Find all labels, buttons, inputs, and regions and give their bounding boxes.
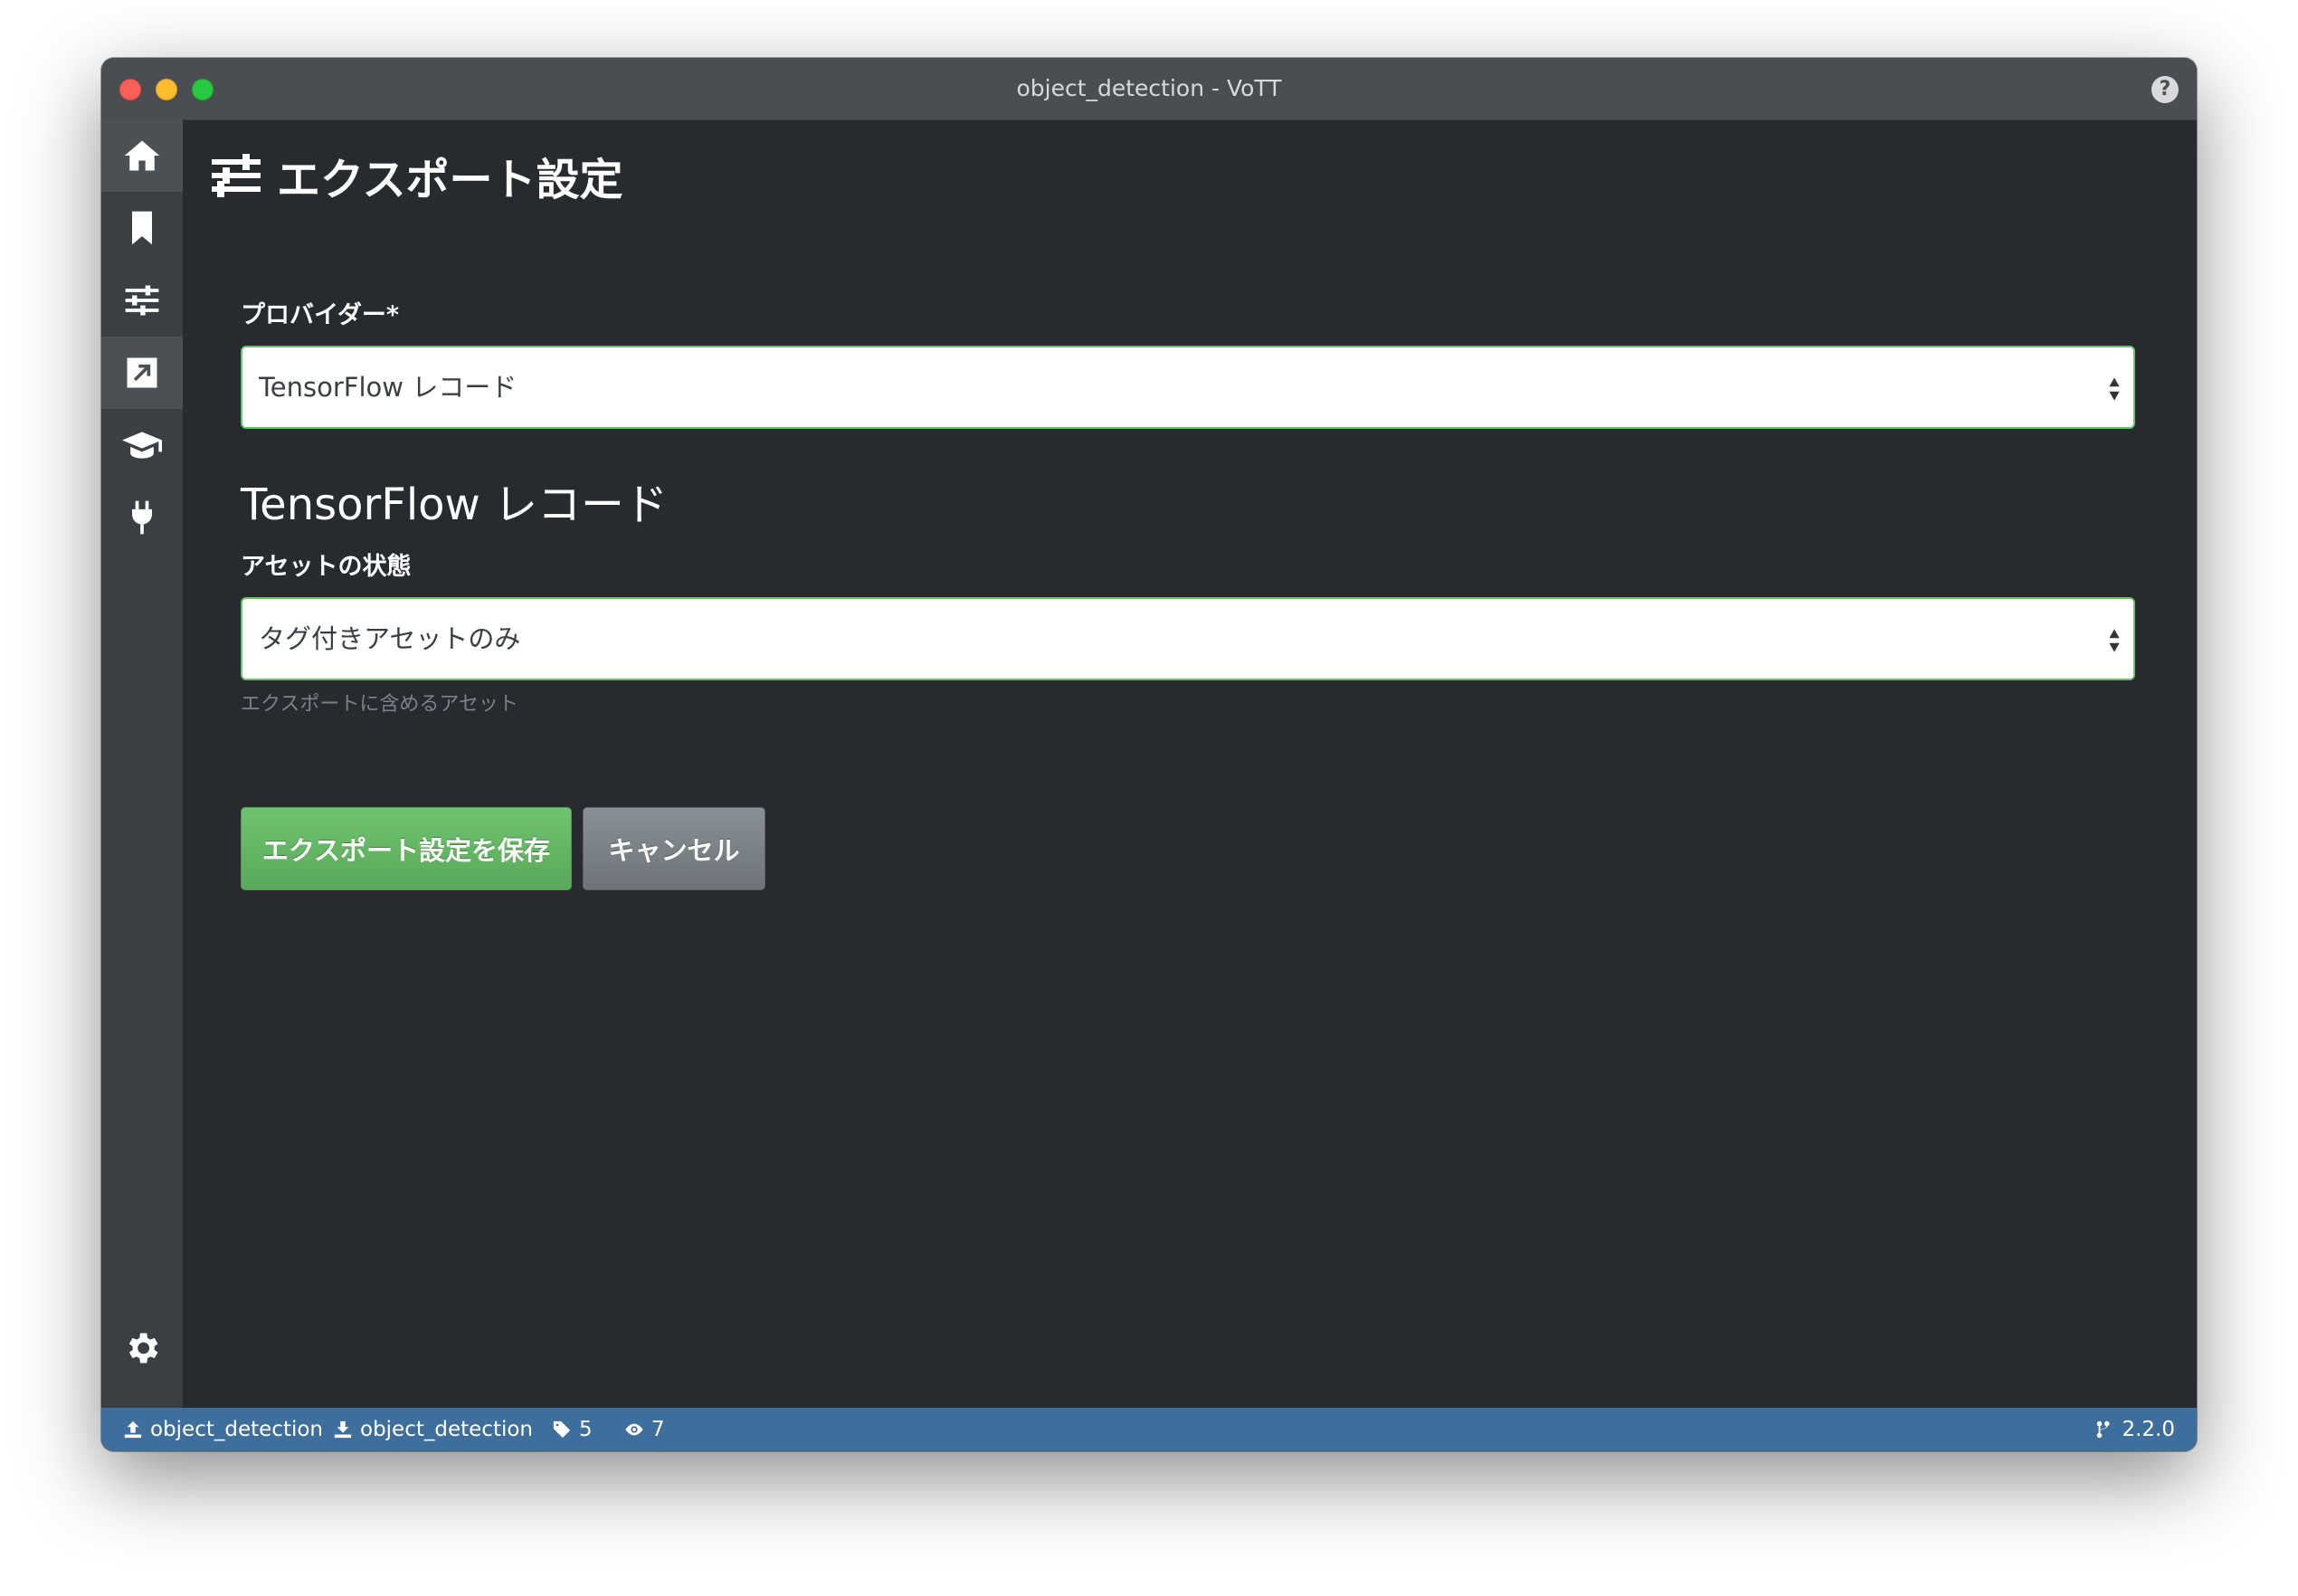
- bookmark-icon: [132, 211, 152, 245]
- status-bar: object_detection object_detection 5 7 2.…: [101, 1408, 2197, 1451]
- eye-icon: [625, 1423, 643, 1436]
- asset-state-select[interactable]: タグ付きアセットのみ: [241, 597, 2135, 680]
- sidebar-item-tag-editor[interactable]: [101, 192, 183, 264]
- source-connection-name: object_detection: [150, 1418, 323, 1441]
- graduation-cap-icon: [122, 432, 162, 459]
- help-icon[interactable]: ?: [2151, 76, 2179, 103]
- main-content: エクスポート設定 プロバイダー* TensorFlow レコード TensorF…: [183, 119, 2197, 1408]
- cancel-button[interactable]: キャンセル: [583, 807, 765, 890]
- provider-label: プロバイダー*: [241, 301, 400, 329]
- visited-count: 7: [624, 1408, 665, 1451]
- plug-icon: [132, 500, 152, 535]
- tag-count-value: 5: [579, 1418, 593, 1441]
- section-title: TensorFlow レコード: [241, 480, 669, 530]
- title-bar: object_detection - VoTT ?: [101, 58, 2197, 120]
- export-icon: [127, 357, 157, 388]
- sidebar-item-connections[interactable]: [101, 481, 183, 554]
- upload-icon: [124, 1420, 142, 1439]
- provider-select-value: TensorFlow レコード: [259, 372, 518, 403]
- save-export-settings-button[interactable]: エクスポート設定を保存: [241, 807, 572, 890]
- sidebar-item-export[interactable]: [101, 337, 183, 409]
- tag-count: 5: [552, 1408, 593, 1451]
- app-window: object_detection - VoTT ? エクスポート設定 プロバイダ…: [101, 58, 2197, 1451]
- sidebar: [101, 119, 183, 1408]
- window-title: object_detection - VoTT: [1016, 75, 1282, 101]
- sidebar-item-settings[interactable]: [101, 1312, 183, 1384]
- source-connection: object_detection: [123, 1408, 323, 1451]
- tag-icon: [553, 1420, 571, 1439]
- page-title: エクスポート設定: [277, 155, 623, 205]
- provider-select[interactable]: TensorFlow レコード: [241, 346, 2135, 429]
- page-header: エクスポート設定: [212, 148, 623, 205]
- asset-state-select-value: タグ付きアセットのみ: [259, 623, 521, 654]
- target-connection-name: object_detection: [360, 1418, 533, 1441]
- home-icon: [124, 140, 160, 171]
- sliders-icon: [125, 285, 159, 316]
- sidebar-item-active-learning[interactable]: [101, 409, 183, 481]
- code-branch-icon: [2097, 1420, 2110, 1439]
- asset-state-help-text: エクスポートに含めるアセット: [241, 693, 518, 716]
- app-version: 2.2.0: [2094, 1408, 2175, 1451]
- version-value: 2.2.0: [2122, 1418, 2175, 1441]
- asset-state-label: アセットの状態: [241, 553, 412, 581]
- download-icon: [334, 1420, 352, 1439]
- visited-count-value: 7: [651, 1418, 665, 1441]
- sidebar-item-project-settings[interactable]: [101, 264, 183, 337]
- gear-icon: [128, 1333, 158, 1363]
- select-arrows-icon: [2108, 376, 2121, 402]
- sliders-icon: [212, 154, 261, 197]
- sidebar-item-home[interactable]: [101, 119, 183, 192]
- target-connection: object_detection: [333, 1408, 533, 1451]
- select-arrows-icon: [2108, 628, 2121, 653]
